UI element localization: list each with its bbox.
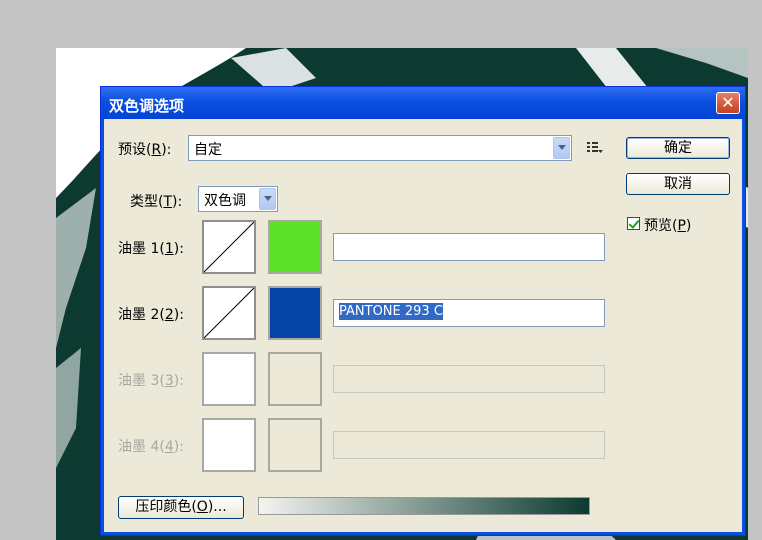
- chevron-down-icon[interactable]: [553, 137, 570, 159]
- overprint-colors-button[interactable]: 压印颜色(O)...: [118, 496, 244, 519]
- curve-icon: [204, 222, 254, 272]
- ink-1-label: 油墨 1(1):: [118, 241, 184, 257]
- ink-1-name-input[interactable]: [333, 233, 605, 261]
- type-select[interactable]: 双色调: [198, 186, 278, 212]
- ink-4-label: 油墨 4(4):: [118, 439, 184, 455]
- preset-value: 自定: [194, 142, 222, 158]
- type-label: 类型(T):: [130, 194, 183, 210]
- cancel-button[interactable]: 取消: [626, 173, 730, 195]
- ink-4-curve: [202, 418, 256, 472]
- ink-1-color-swatch[interactable]: [268, 220, 322, 274]
- ink-2-label: 油墨 2(2):: [118, 307, 184, 323]
- ink-3-curve: [202, 352, 256, 406]
- close-button[interactable]: ✕: [716, 92, 740, 114]
- ok-button[interactable]: 确定: [626, 137, 730, 159]
- preset-select[interactable]: 自定: [188, 135, 572, 161]
- ink-2-name-input[interactable]: PANTONE 293 C: [333, 299, 605, 327]
- duotone-gradient-bar: [258, 497, 590, 515]
- dialog-title: 双色调选项: [109, 97, 185, 115]
- checkmark-icon: [628, 217, 640, 229]
- ink-3-name-input: [333, 365, 605, 393]
- ink-2-name-selected-text: PANTONE 293 C: [339, 303, 443, 320]
- dialog-titlebar[interactable]: 双色调选项 ✕: [101, 87, 745, 119]
- preview-label[interactable]: 预览(P): [644, 215, 691, 235]
- type-value: 双色调: [204, 193, 246, 209]
- preview-checkbox[interactable]: [627, 217, 640, 230]
- dialog-body: 预设(R): 自定 类型(T): 双色调 油墨 1(1): 油墨 2(2): P…: [101, 119, 745, 535]
- duotone-dialog: 双色调选项 ✕ 预设(R): 自定 类型(T): 双色调 油墨 1(1): 油墨…: [100, 86, 746, 536]
- ink-1-curve[interactable]: [202, 220, 256, 274]
- ink-2-color-swatch[interactable]: [268, 286, 322, 340]
- ink-4-name-input: [333, 431, 605, 459]
- ink-4-color-swatch: [268, 418, 322, 472]
- curve-icon: [204, 288, 254, 338]
- chevron-down-icon[interactable]: [259, 188, 276, 210]
- preset-label: 预设(R):: [118, 142, 172, 158]
- preset-menu-icon[interactable]: [586, 141, 604, 155]
- ink-3-color-swatch: [268, 352, 322, 406]
- ink-3-label: 油墨 3(3):: [118, 373, 184, 389]
- close-icon: ✕: [721, 93, 735, 112]
- ink-2-curve[interactable]: [202, 286, 256, 340]
